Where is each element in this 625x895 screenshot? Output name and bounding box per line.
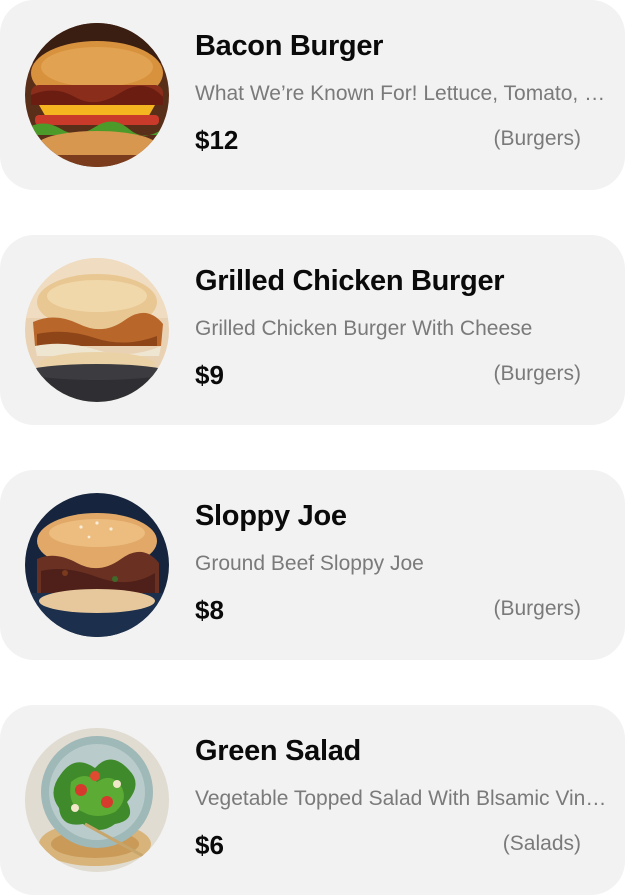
chicken-burger-image [25,258,169,402]
menu-item-name: Grilled Chicken Burger [195,265,505,297]
menu-item-price: $6 [195,830,224,860]
menu-item-name: Bacon Burger [195,30,384,62]
green-salad-photo-icon [25,728,169,872]
menu-item-card-green-salad[interactable]: Green Salad Vegetable Topped Salad With … [0,705,625,895]
menu-item-name: Sloppy Joe [195,500,347,532]
menu-item-category: (Burgers) [493,127,581,150]
menu-item-category: (Burgers) [493,597,581,620]
menu-item-price: $9 [195,360,224,390]
menu-item-description: Grilled Chicken Burger With Cheese [195,317,533,340]
green-salad-image [25,728,169,872]
bacon-burger-image [25,23,169,167]
bacon-burger-photo-icon [25,23,169,167]
menu-item-card-grilled-chicken-burger[interactable]: Grilled Chicken Burger Grilled Chicken B… [0,235,625,425]
menu-item-category: (Salads) [502,832,581,855]
menu-item-price: $8 [195,595,224,625]
menu-item-price: $12 [195,125,239,155]
chicken-burger-photo-icon [25,258,169,402]
menu-item-description: Ground Beef Sloppy Joe [195,552,424,575]
menu-item-card-bacon-burger[interactable]: Bacon Burger What We’re Known For! Lettu… [0,0,625,190]
menu-list: Bacon Burger What We’re Known For! Lettu… [0,0,625,895]
menu-item-name: Green Salad [195,735,361,767]
menu-item-description: What We’re Known For! Lettuce, Tomato, B… [195,82,607,105]
sloppy-joe-photo-icon [25,493,169,637]
menu-item-category: (Burgers) [493,362,581,385]
sloppy-joe-image [25,493,169,637]
menu-item-card-sloppy-joe[interactable]: Sloppy Joe Ground Beef Sloppy Joe $8 (Bu… [0,470,625,660]
menu-item-description: Vegetable Topped Salad With Blsamic Vina… [195,787,607,810]
